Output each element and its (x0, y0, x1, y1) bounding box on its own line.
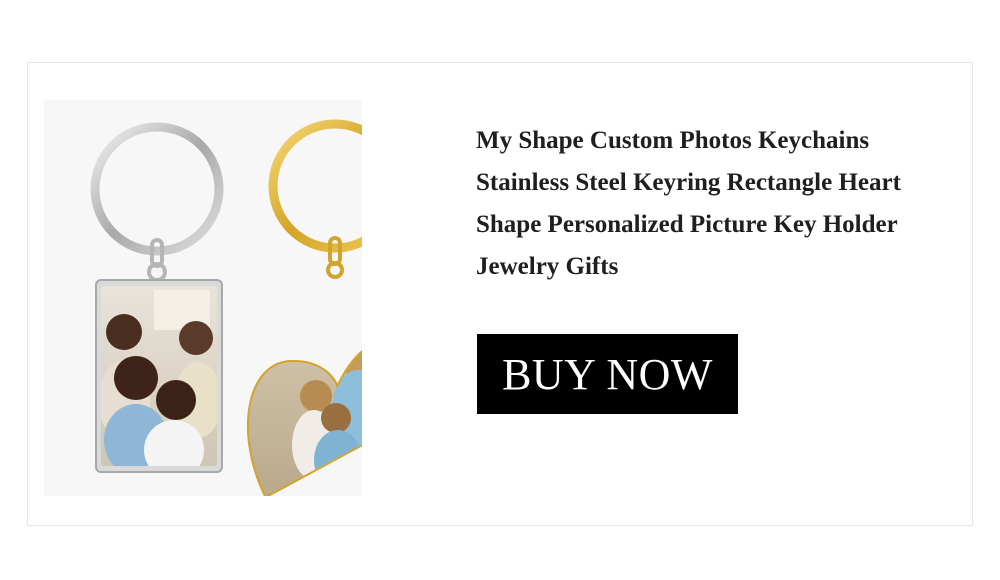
product-title: My Shape Custom Photos Keychains Stainle… (476, 127, 901, 280)
buy-now-button[interactable]: BUY NOW (477, 334, 738, 414)
keychain-photo-icon (90, 119, 362, 496)
product-image[interactable] (44, 100, 362, 496)
